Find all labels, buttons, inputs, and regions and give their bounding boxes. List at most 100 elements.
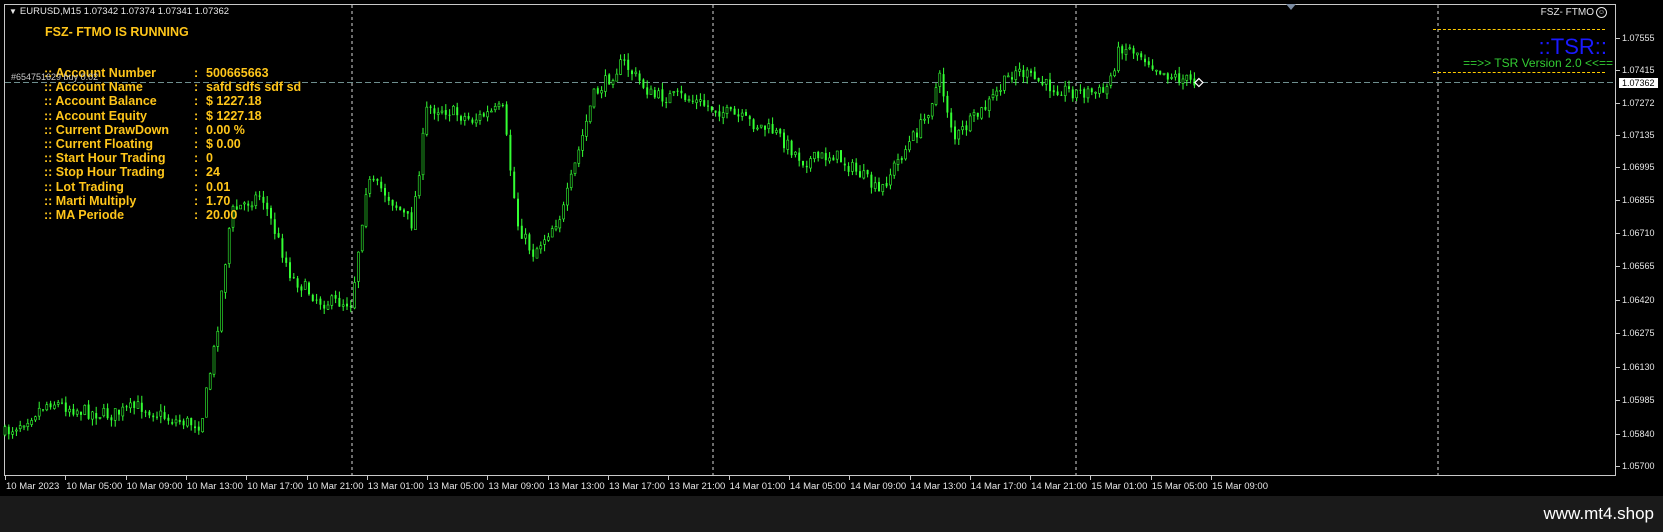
candle-body xyxy=(619,59,622,75)
candle-body xyxy=(1060,94,1063,96)
candle-body xyxy=(61,402,63,404)
candle-body xyxy=(296,278,299,288)
time-axis[interactable]: 10 Mar 2023 10 Mar 05:00 10 Mar 09:00 10 Ma… xyxy=(4,476,1616,496)
candle-body xyxy=(1018,68,1021,72)
candle-body xyxy=(270,207,272,219)
candle-body xyxy=(266,202,269,210)
candle-body xyxy=(927,115,930,119)
time-tick xyxy=(849,476,851,480)
candle-body xyxy=(923,118,926,121)
candle-body xyxy=(748,116,751,120)
candle-body xyxy=(83,405,87,415)
candle-body xyxy=(631,70,633,75)
info-label: :: Account Name xyxy=(44,80,143,95)
candle-body xyxy=(1094,91,1097,94)
price-marker-icon xyxy=(1194,77,1204,88)
time-tick xyxy=(5,476,6,480)
candle-body xyxy=(627,59,630,70)
time-label: 13 Mar 17:00 xyxy=(609,481,665,492)
candle-body xyxy=(1006,75,1010,78)
info-value: 500665663 xyxy=(206,66,269,80)
candle-body xyxy=(562,204,565,220)
candle-body xyxy=(125,406,128,408)
candle-body xyxy=(277,233,280,238)
candle-body xyxy=(745,111,747,116)
candle-body xyxy=(729,107,732,110)
candle-body xyxy=(436,112,440,115)
price-tick xyxy=(1616,299,1620,301)
candle-body xyxy=(615,73,619,82)
candle-body xyxy=(387,196,390,201)
candle-body xyxy=(547,236,550,241)
candle-body xyxy=(121,406,125,417)
candle-body xyxy=(152,415,155,418)
candle-body xyxy=(703,100,706,106)
chart-shift-icon[interactable] xyxy=(1286,4,1296,10)
candle-body xyxy=(471,119,474,123)
candle-body xyxy=(133,401,136,408)
candle-body xyxy=(156,416,158,418)
candle-body xyxy=(1003,75,1006,91)
time-tick xyxy=(1090,476,1092,480)
candle-body xyxy=(11,431,14,435)
candle-body xyxy=(292,277,295,279)
candle-body xyxy=(208,373,212,390)
candle-body xyxy=(1063,85,1067,97)
candle-body xyxy=(718,111,721,117)
candle-body xyxy=(501,105,504,107)
candle-body xyxy=(1030,70,1032,73)
candle-body xyxy=(258,195,261,197)
time-label: 13 Mar 01:00 xyxy=(367,481,424,492)
candle-body xyxy=(961,126,964,131)
candle-body xyxy=(403,209,405,213)
candle-body xyxy=(934,87,938,105)
ea-status-title: FSZ- FTMO IS RUNNING xyxy=(45,25,189,39)
dropdown-arrow-icon[interactable]: ▼ xyxy=(9,7,17,16)
info-separator: : xyxy=(194,165,199,180)
info-separator: : xyxy=(194,179,199,194)
candle-body xyxy=(433,108,436,114)
candle-body xyxy=(110,417,113,421)
candle-body xyxy=(159,410,163,417)
candle-body xyxy=(569,173,573,188)
candle-body xyxy=(1068,86,1070,90)
time-tick xyxy=(547,476,549,480)
candle-body xyxy=(129,402,132,409)
price-label: 1.06130 xyxy=(1622,361,1655,372)
candle-body xyxy=(972,112,976,116)
candle-body xyxy=(786,139,790,150)
candle-body xyxy=(1083,89,1086,98)
candle-body xyxy=(15,429,18,432)
candle-body xyxy=(1113,70,1116,77)
candle-body xyxy=(1117,46,1120,71)
candle-body xyxy=(1140,53,1143,58)
candle-body xyxy=(163,412,166,419)
price-axis[interactable]: 1.07555 1.07415 1.07272 1.07135 1.06995 1.068… xyxy=(1616,4,1663,476)
candle-body xyxy=(456,107,459,116)
candle-body xyxy=(482,113,485,117)
candle-body xyxy=(273,219,276,234)
order-label[interactable]: #654751629 buy 0.02 xyxy=(11,72,98,82)
price-label: 1.07135 xyxy=(1622,129,1655,140)
candle-body xyxy=(1185,74,1189,81)
time-tick xyxy=(969,476,971,480)
candle-body xyxy=(862,170,866,179)
candle-body xyxy=(247,203,250,206)
candle-body xyxy=(216,330,220,347)
time-label: 15 Mar 09:00 xyxy=(1212,481,1268,492)
candle-body xyxy=(254,194,258,206)
candle-body xyxy=(182,420,185,426)
price-label: 1.05700 xyxy=(1622,461,1655,471)
candle-body xyxy=(1079,89,1082,91)
candle-body xyxy=(759,124,763,128)
price-tick xyxy=(1616,400,1620,402)
price-tick xyxy=(1616,366,1620,368)
candle-body xyxy=(53,404,56,409)
info-label: :: Current Floating xyxy=(44,137,154,151)
info-label: :: Marti Multiply xyxy=(44,193,137,208)
candle-body xyxy=(1170,77,1173,79)
smiley-icon[interactable]: ☺ xyxy=(1596,7,1607,18)
candle-body xyxy=(524,233,527,239)
candle-body xyxy=(916,132,918,138)
chart-window[interactable]: ▼ EURUSD,M15 1.07342 1.07374 1.07341 1.07… xyxy=(0,0,1663,496)
